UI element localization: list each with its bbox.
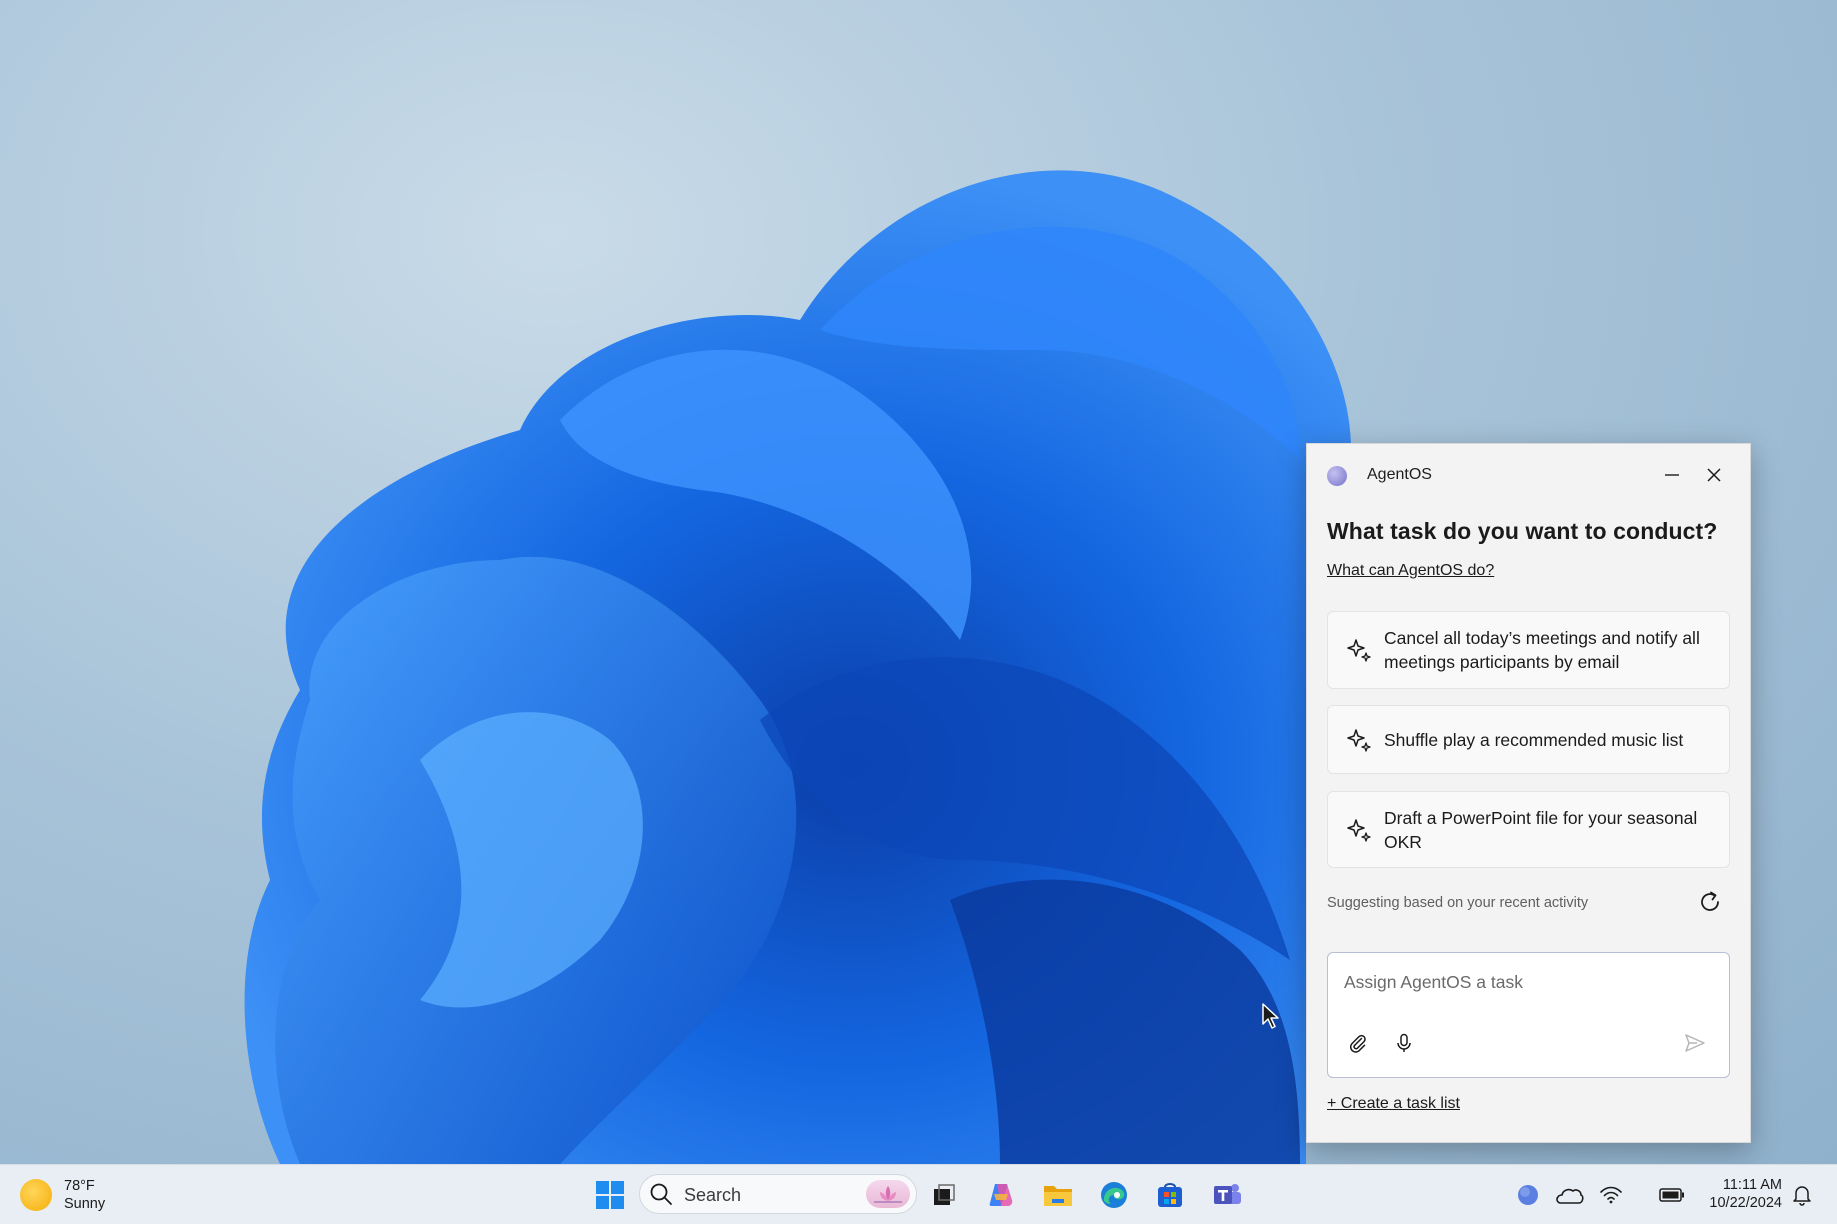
microphone-button[interactable] bbox=[1390, 1029, 1418, 1057]
weather-condition: Sunny bbox=[64, 1196, 106, 1212]
sun-icon bbox=[20, 1179, 52, 1211]
search-label: Search bbox=[684, 1185, 742, 1205]
notification-bell-icon bbox=[1793, 1186, 1811, 1206]
suggestion-card-cancel-meetings[interactable]: Cancel all today’s meetings and notify a… bbox=[1327, 611, 1730, 689]
assign-task-input[interactable] bbox=[1342, 967, 1716, 997]
clock-time: 11:11 AM bbox=[1722, 1177, 1782, 1193]
microphone-icon bbox=[1397, 1033, 1411, 1052]
weather-text: 78°F Sunny bbox=[64, 1177, 105, 1213]
panel-titlebar: AgentOS bbox=[1307, 444, 1750, 506]
close-button[interactable] bbox=[1696, 458, 1732, 492]
panel-heading: What task do you want to conduct? bbox=[1327, 518, 1718, 544]
weather-temperature: 78°F bbox=[64, 1178, 95, 1194]
create-task-list-link[interactable]: + Create a task list bbox=[1327, 1095, 1460, 1113]
sparkle-icon bbox=[1347, 818, 1371, 842]
clock-date: 10/22/2024 bbox=[1709, 1195, 1782, 1211]
store-icon bbox=[1158, 1183, 1182, 1207]
taskbar-search-box[interactable]: Search bbox=[639, 1174, 917, 1214]
agentos-panel: AgentOS What task do you want to conduct… bbox=[1306, 443, 1751, 1143]
search-highlight-image bbox=[866, 1180, 910, 1208]
send-button[interactable] bbox=[1681, 1029, 1709, 1057]
system-clock[interactable]: 11:11 AM 10/22/2024 bbox=[1690, 1176, 1782, 1212]
close-icon bbox=[1707, 468, 1721, 482]
agentos-tray-button[interactable] bbox=[1512, 1179, 1544, 1211]
task-view-button[interactable] bbox=[924, 1175, 964, 1215]
panel-app-title: AgentOS bbox=[1367, 466, 1432, 483]
attach-button[interactable] bbox=[1344, 1029, 1372, 1057]
suggestion-text: Draft a PowerPoint file for your seasona… bbox=[1384, 808, 1698, 852]
battery-icon bbox=[1659, 1188, 1684, 1202]
task-view-icon bbox=[934, 1184, 955, 1205]
agentos-tray-icon bbox=[1518, 1185, 1538, 1205]
minimize-button[interactable] bbox=[1654, 458, 1690, 492]
taskbar: 78°F Sunny Search 11:11 AM 10/22/2024 bbox=[0, 1164, 1837, 1224]
what-can-agentos-do-link[interactable]: What can AgentOS do? bbox=[1327, 562, 1494, 580]
wifi-icon bbox=[1600, 1186, 1622, 1204]
teams-button[interactable] bbox=[1207, 1175, 1247, 1215]
file-explorer-icon bbox=[1044, 1186, 1072, 1206]
weather-widget[interactable]: 78°F Sunny bbox=[20, 1175, 105, 1215]
refresh-icon bbox=[1701, 891, 1719, 911]
start-icon bbox=[596, 1181, 624, 1209]
suggestion-card-shuffle-music[interactable]: Shuffle play a recommended music list bbox=[1327, 705, 1730, 774]
refresh-suggestions-button[interactable] bbox=[1695, 887, 1725, 917]
task-input-box bbox=[1327, 952, 1730, 1078]
battery-tray-button[interactable] bbox=[1656, 1179, 1688, 1211]
onedrive-tray-button[interactable] bbox=[1553, 1179, 1585, 1211]
file-explorer-button[interactable] bbox=[1038, 1175, 1078, 1215]
paperclip-icon bbox=[1350, 1034, 1366, 1053]
start-button[interactable] bbox=[590, 1175, 630, 1215]
edge-icon bbox=[1101, 1182, 1127, 1208]
copilot-icon bbox=[989, 1184, 1013, 1206]
mouse-pointer-icon bbox=[1262, 1003, 1279, 1029]
microsoft-store-button[interactable] bbox=[1150, 1175, 1190, 1215]
notifications-button[interactable] bbox=[1786, 1179, 1818, 1211]
suggestion-text: Shuffle play a recommended music list bbox=[1384, 730, 1684, 750]
sparkle-icon bbox=[1347, 639, 1371, 662]
send-icon bbox=[1685, 1034, 1705, 1052]
agentos-logo-icon bbox=[1327, 466, 1347, 486]
suggestion-note: Suggesting based on your recent activity bbox=[1327, 895, 1589, 911]
suggestion-text: Cancel all today’s meetings and notify a… bbox=[1384, 628, 1700, 672]
sparkle-icon bbox=[1347, 728, 1371, 752]
search-icon bbox=[650, 1183, 672, 1205]
suggestion-card-draft-powerpoint[interactable]: Draft a PowerPoint file for your seasona… bbox=[1327, 791, 1730, 868]
minimize-icon bbox=[1665, 474, 1679, 476]
teams-icon bbox=[1214, 1184, 1241, 1204]
onedrive-icon bbox=[1556, 1188, 1584, 1204]
wifi-tray-button[interactable] bbox=[1595, 1179, 1627, 1211]
edge-button[interactable] bbox=[1094, 1175, 1134, 1215]
copilot-button[interactable] bbox=[981, 1175, 1021, 1215]
